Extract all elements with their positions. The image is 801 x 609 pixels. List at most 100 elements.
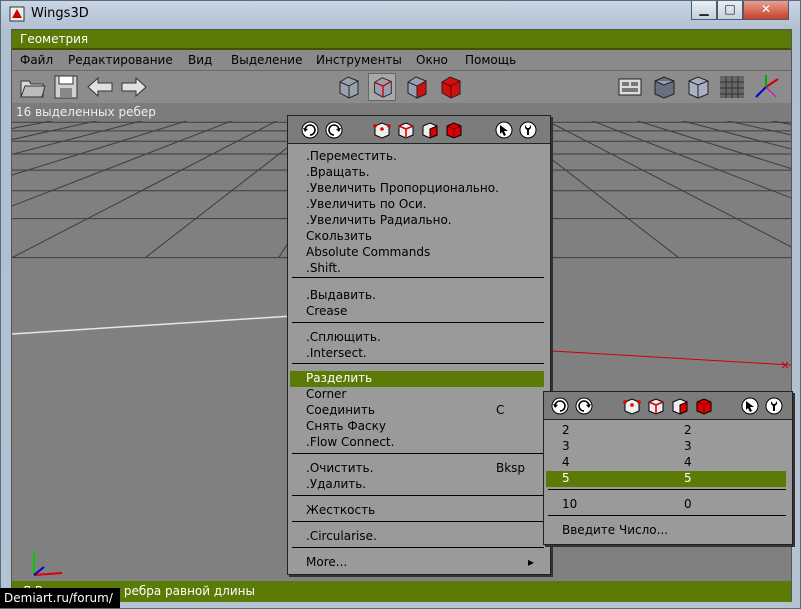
menu-file[interactable]: Файл xyxy=(20,53,53,67)
edge-mode-icon[interactable] xyxy=(368,73,396,101)
context-menu-item[interactable]: Разделить xyxy=(290,371,544,387)
context-menu-item[interactable]: .Flow Connect. xyxy=(290,435,544,451)
body-mode-icon[interactable] xyxy=(436,73,464,101)
menu-item-label: .Удалить. xyxy=(306,477,367,491)
context-menu-item[interactable]: .Вращать. xyxy=(290,165,544,181)
minimize-icon: ▁ xyxy=(699,2,709,16)
status-bar: Л Разделить на ребра равной длины xyxy=(12,581,791,602)
menu-edit[interactable]: Редактирование xyxy=(68,53,173,67)
context-menu-item[interactable]: .Выдавить. xyxy=(290,288,544,304)
maximize-icon: □ xyxy=(724,2,736,16)
submenu-item-value: 0 xyxy=(684,497,692,511)
workmode-icon[interactable] xyxy=(616,73,644,101)
submenu-item[interactable]: 44 xyxy=(546,455,786,471)
menu-item-label: More... xyxy=(306,555,348,569)
submenu-item[interactable]: 10 0 xyxy=(546,497,786,513)
menu-help[interactable]: Помощь xyxy=(465,53,516,67)
context-menu-item[interactable]: .Очистить. Bksp xyxy=(290,461,544,477)
vertex-select-icon[interactable] xyxy=(372,120,392,140)
menu-tools[interactable]: Инструменты xyxy=(316,53,402,67)
menu-separator xyxy=(548,489,786,490)
window-title: Wings3D xyxy=(31,6,89,21)
submenu-item-label: Введите Число... xyxy=(562,523,669,537)
submenu-item-label: 2 xyxy=(562,423,570,437)
wrench-icon[interactable] xyxy=(764,396,784,416)
menu-item-label: .Увеличить Пропорционально. xyxy=(306,181,499,195)
body-select-icon[interactable] xyxy=(444,120,464,140)
context-menu-item[interactable]: Скользить xyxy=(290,229,544,245)
submenu-item-value: 2 xyxy=(684,423,692,437)
title-bar[interactable]: Wings3D ▁ □ ✕ xyxy=(1,1,800,27)
menu-view[interactable]: Вид xyxy=(188,53,212,67)
context-menu-item[interactable]: .Сплющить. xyxy=(290,330,544,346)
smooth-shade-icon[interactable] xyxy=(650,73,678,101)
redo-arrow-icon[interactable] xyxy=(120,73,148,101)
context-menu-item[interactable]: .Circularise. xyxy=(290,529,544,545)
context-menu-item[interactable]: Жесткость xyxy=(290,503,544,519)
x-axis-line xyxy=(551,350,791,366)
menu-separator xyxy=(292,322,544,323)
context-menu-item[interactable]: Соединить C xyxy=(290,403,544,419)
context-menu-item[interactable]: .Увеличить Пропорционально. xyxy=(290,181,544,197)
axes-icon[interactable] xyxy=(752,73,780,101)
face-select-icon[interactable] xyxy=(670,396,690,416)
submenu-item[interactable]: Введите Число... xyxy=(546,523,786,539)
context-menu-item[interactable]: .Увеличить по Оси. xyxy=(290,197,544,213)
rotate-right-icon[interactable] xyxy=(324,120,344,140)
menu-item-label: .Очистить. xyxy=(306,461,374,475)
selected-edge-line xyxy=(12,315,293,335)
cursor-icon[interactable] xyxy=(740,396,760,416)
menu-item-label: .Сплющить. xyxy=(306,330,381,344)
menu-bar: Файл Редактирование Вид Выделение Инстру… xyxy=(12,50,791,71)
save-file-icon[interactable] xyxy=(52,73,80,101)
submenu-item[interactable]: 22 xyxy=(546,423,786,439)
shortcut-key: C xyxy=(496,403,505,417)
rotate-right-icon[interactable] xyxy=(574,396,594,416)
cursor-icon[interactable] xyxy=(494,120,514,140)
context-menu-item[interactable]: Absolute Commands xyxy=(290,245,544,261)
context-menu-item[interactable]: Corner xyxy=(290,387,544,403)
menu-item-label: .Flow Connect. xyxy=(306,435,395,449)
menu-window[interactable]: Окно xyxy=(416,53,448,67)
menu-item-label: .Увеличить Радиально. xyxy=(306,213,452,227)
body-select-icon[interactable] xyxy=(694,396,714,416)
wireframe-icon[interactable] xyxy=(684,73,712,101)
menu-item-label: Corner xyxy=(306,387,347,401)
submenu-item-label: 3 xyxy=(562,439,570,453)
submenu-item-label: 4 xyxy=(562,455,570,469)
rotate-left-icon[interactable] xyxy=(300,120,320,140)
submenu-item[interactable]: 55 xyxy=(546,471,786,487)
vertex-select-icon[interactable] xyxy=(622,396,642,416)
submenu-item-label: 10 xyxy=(562,497,578,511)
close-button[interactable]: ✕ xyxy=(743,1,789,20)
geometry-header[interactable]: Геометрия xyxy=(12,30,791,50)
minimize-button[interactable]: ▁ xyxy=(691,1,717,20)
face-mode-icon[interactable] xyxy=(402,73,430,101)
open-file-icon[interactable] xyxy=(18,73,46,101)
edge-select-icon[interactable] xyxy=(396,120,416,140)
submenu-item[interactable]: 33 xyxy=(546,439,786,455)
rotate-left-icon[interactable] xyxy=(550,396,570,416)
menu-item-label: Absolute Commands xyxy=(306,245,431,259)
wrench-icon[interactable] xyxy=(518,120,538,140)
face-select-icon[interactable] xyxy=(420,120,440,140)
submenu-arrow-icon: ▸ xyxy=(528,555,535,569)
menu-select[interactable]: Выделение xyxy=(231,53,302,67)
menu-item-label: .Выдавить. xyxy=(306,288,376,302)
edge-select-icon[interactable] xyxy=(646,396,666,416)
menu-item-label: .Увеличить по Оси. xyxy=(306,197,427,211)
context-menu-item[interactable]: .Intersect. xyxy=(290,346,544,362)
context-menu-item[interactable]: .Увеличить Радиально. xyxy=(290,213,544,229)
context-menu-item[interactable]: .Shift. xyxy=(290,261,544,277)
context-menu-item[interactable]: .Переместить. xyxy=(290,149,544,165)
context-menu-item[interactable]: Crease xyxy=(290,304,544,320)
maximize-button[interactable]: □ xyxy=(717,1,743,20)
submenu-item-value: 5 xyxy=(684,471,692,485)
vertex-mode-icon[interactable] xyxy=(334,73,362,101)
context-menu-item[interactable]: .Удалить. xyxy=(290,477,544,493)
close-icon: ✕ xyxy=(760,2,772,16)
ground-grid-icon[interactable] xyxy=(718,73,746,101)
context-menu-item[interactable]: More... ▸ xyxy=(290,555,544,571)
undo-arrow-icon[interactable] xyxy=(86,73,114,101)
context-menu-item[interactable]: Снять Фаску xyxy=(290,419,544,435)
